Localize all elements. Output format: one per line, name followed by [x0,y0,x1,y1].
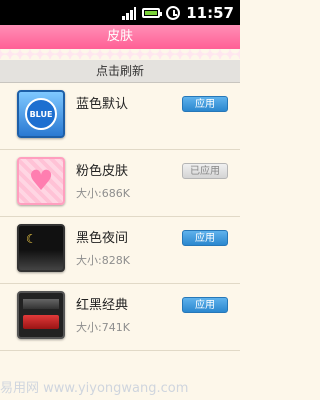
page-title: 皮肤 [0,25,240,49]
blue-thumb-label: BLUE [25,98,57,130]
list-item: ☾ 黑色夜间 大小:828K 应用 [0,217,240,284]
moon-icon: ☾ [26,232,37,246]
skin-thumbnail-black: ☾ [17,224,65,272]
skin-size: 大小:828K [76,254,130,267]
heart-icon: ♥ [28,164,54,197]
apply-button[interactable]: 应用 [182,230,228,246]
watermark: 易用网 www.yiyongwang.com [0,381,189,396]
skin-name: 红黑经典 [76,298,129,313]
skin-thumbnail-blue: BLUE [17,90,65,138]
list-item: ♥ 粉色皮肤 大小:686K 已应用 [0,150,240,217]
skin-thumbnail-red [17,291,65,339]
clock: 11:57 [186,3,234,22]
skin-name: 黑色夜间 [76,231,129,246]
skin-thumbnail-pink: ♥ [17,157,65,205]
skin-size: 大小:686K [76,187,130,200]
skin-name: 粉色皮肤 [76,164,129,179]
list-item: BLUE 蓝色默认 应用 [0,83,240,150]
applied-button[interactable]: 已应用 [182,163,228,179]
list-item: 红黑经典 大小:741K 应用 [0,284,240,351]
signal-icon [122,6,137,20]
lace-divider [0,49,240,59]
alarm-icon [166,5,181,20]
skin-list: BLUE 蓝色默认 应用 ♥ 粉色皮肤 大小:686K 已应用 ☾ 黑色夜间 大… [0,83,240,351]
apply-button[interactable]: 应用 [182,297,228,313]
refresh-button[interactable]: 点击刷新 [0,60,240,83]
apply-button[interactable]: 应用 [182,96,228,112]
status-bar: 11:57 [0,0,240,25]
battery-icon [142,7,163,18]
skin-size: 大小:741K [76,321,130,334]
skin-name: 蓝色默认 [76,97,129,112]
